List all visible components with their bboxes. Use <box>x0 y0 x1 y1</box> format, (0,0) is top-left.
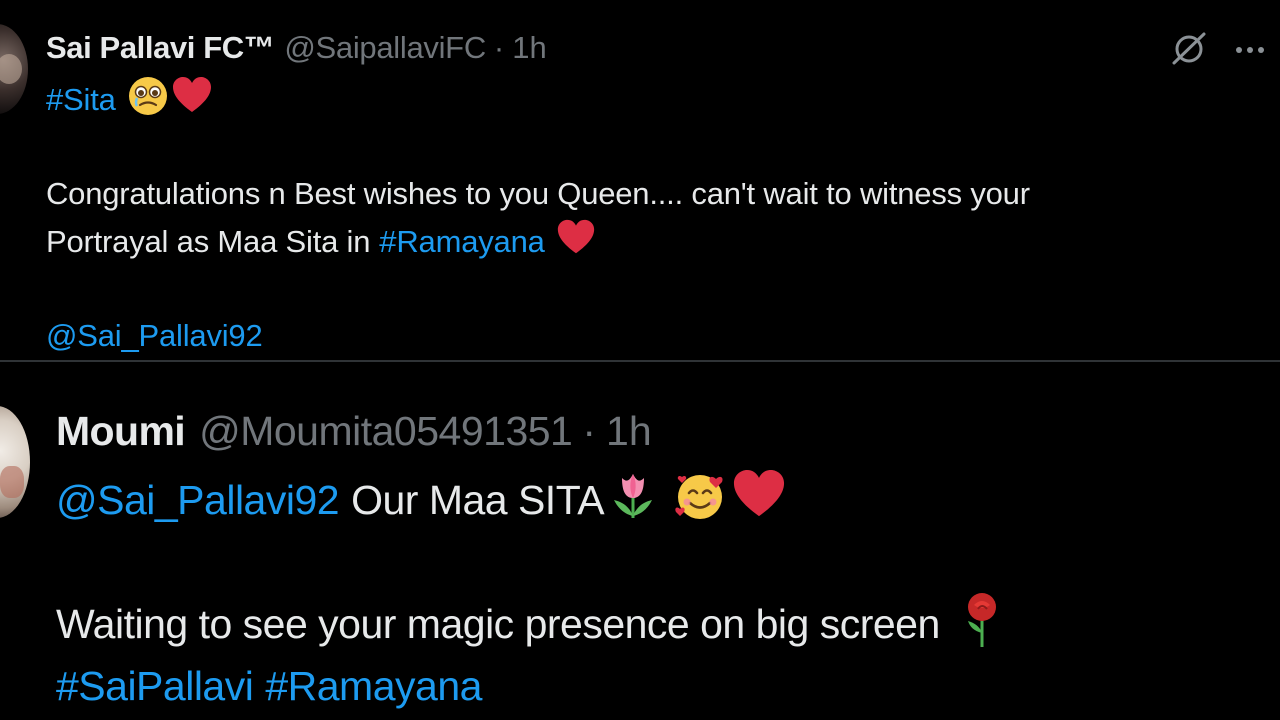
heart-icon <box>730 466 788 534</box>
display-name[interactable]: Moumi <box>56 408 186 455</box>
hashtag-link[interactable]: #SaiPallavi <box>56 663 254 710</box>
timestamp[interactable]: 1h <box>606 408 652 455</box>
tweet-text: Our Maa SITA <box>351 476 605 523</box>
tulip-icon <box>604 466 662 534</box>
more-icon[interactable] <box>1228 30 1272 70</box>
tweet[interactable]: Moumi @Moumita05491351 · 1h @Sai_Pallavi… <box>0 362 1280 720</box>
user-handle[interactable]: @Moumita05491351 <box>199 408 573 455</box>
timestamp[interactable]: 1h <box>512 30 546 66</box>
tweet-text-line: #Sita <box>46 77 214 122</box>
tweet-text-line: #SaiPallavi #Ramayana <box>56 658 482 714</box>
grok-icon[interactable] <box>1168 28 1210 70</box>
tweet-text-line: @Sai_Pallavi92 Our Maa SITA <box>56 469 788 530</box>
hashtag-link[interactable]: #Sita <box>46 82 116 118</box>
crying-face-icon <box>126 74 170 126</box>
hashtag-link[interactable]: #Ramayana <box>379 224 545 260</box>
tweet-text-line: Portrayal as Maa Sita in #Ramayana <box>46 217 597 267</box>
avatar[interactable] <box>0 406 30 518</box>
tweet-text: Waiting to see your magic presence on bi… <box>56 600 940 647</box>
display-name[interactable]: Sai Pallavi FC™ <box>46 30 275 66</box>
avatar[interactable] <box>0 24 28 114</box>
tweet-text-line: @Sai_Pallavi92 <box>46 314 263 358</box>
separator: · <box>493 30 505 65</box>
tweet-text-line: Congratulations n Best wishes to you Que… <box>46 176 1030 211</box>
separator: · <box>582 407 597 454</box>
rose-icon <box>960 589 1004 659</box>
tweet-text-line: Waiting to see your magic presence on bi… <box>56 593 1004 654</box>
hashtag-link[interactable]: #Ramayana <box>265 663 482 710</box>
smiling-face-with-hearts-icon <box>670 465 730 535</box>
heart-icon <box>555 217 597 267</box>
user-handle[interactable]: @SaipallaviFC <box>284 30 486 66</box>
tweet-text: Portrayal as Maa Sita in <box>46 224 371 259</box>
mention-link[interactable]: @Sai_Pallavi92 <box>46 318 263 354</box>
heart-icon <box>170 74 214 126</box>
mention-link[interactable]: @Sai_Pallavi92 <box>56 477 340 524</box>
tweet[interactable]: Sai Pallavi FC™ @SaipallaviFC · 1h #Sita <box>0 0 1280 362</box>
tweet-header: Moumi @Moumita05491351 · 1h <box>56 404 652 458</box>
tweet-header: Sai Pallavi FC™ @SaipallaviFC · 1h <box>46 26 547 70</box>
timeline: Sai Pallavi FC™ @SaipallaviFC · 1h #Sita <box>0 0 1280 720</box>
